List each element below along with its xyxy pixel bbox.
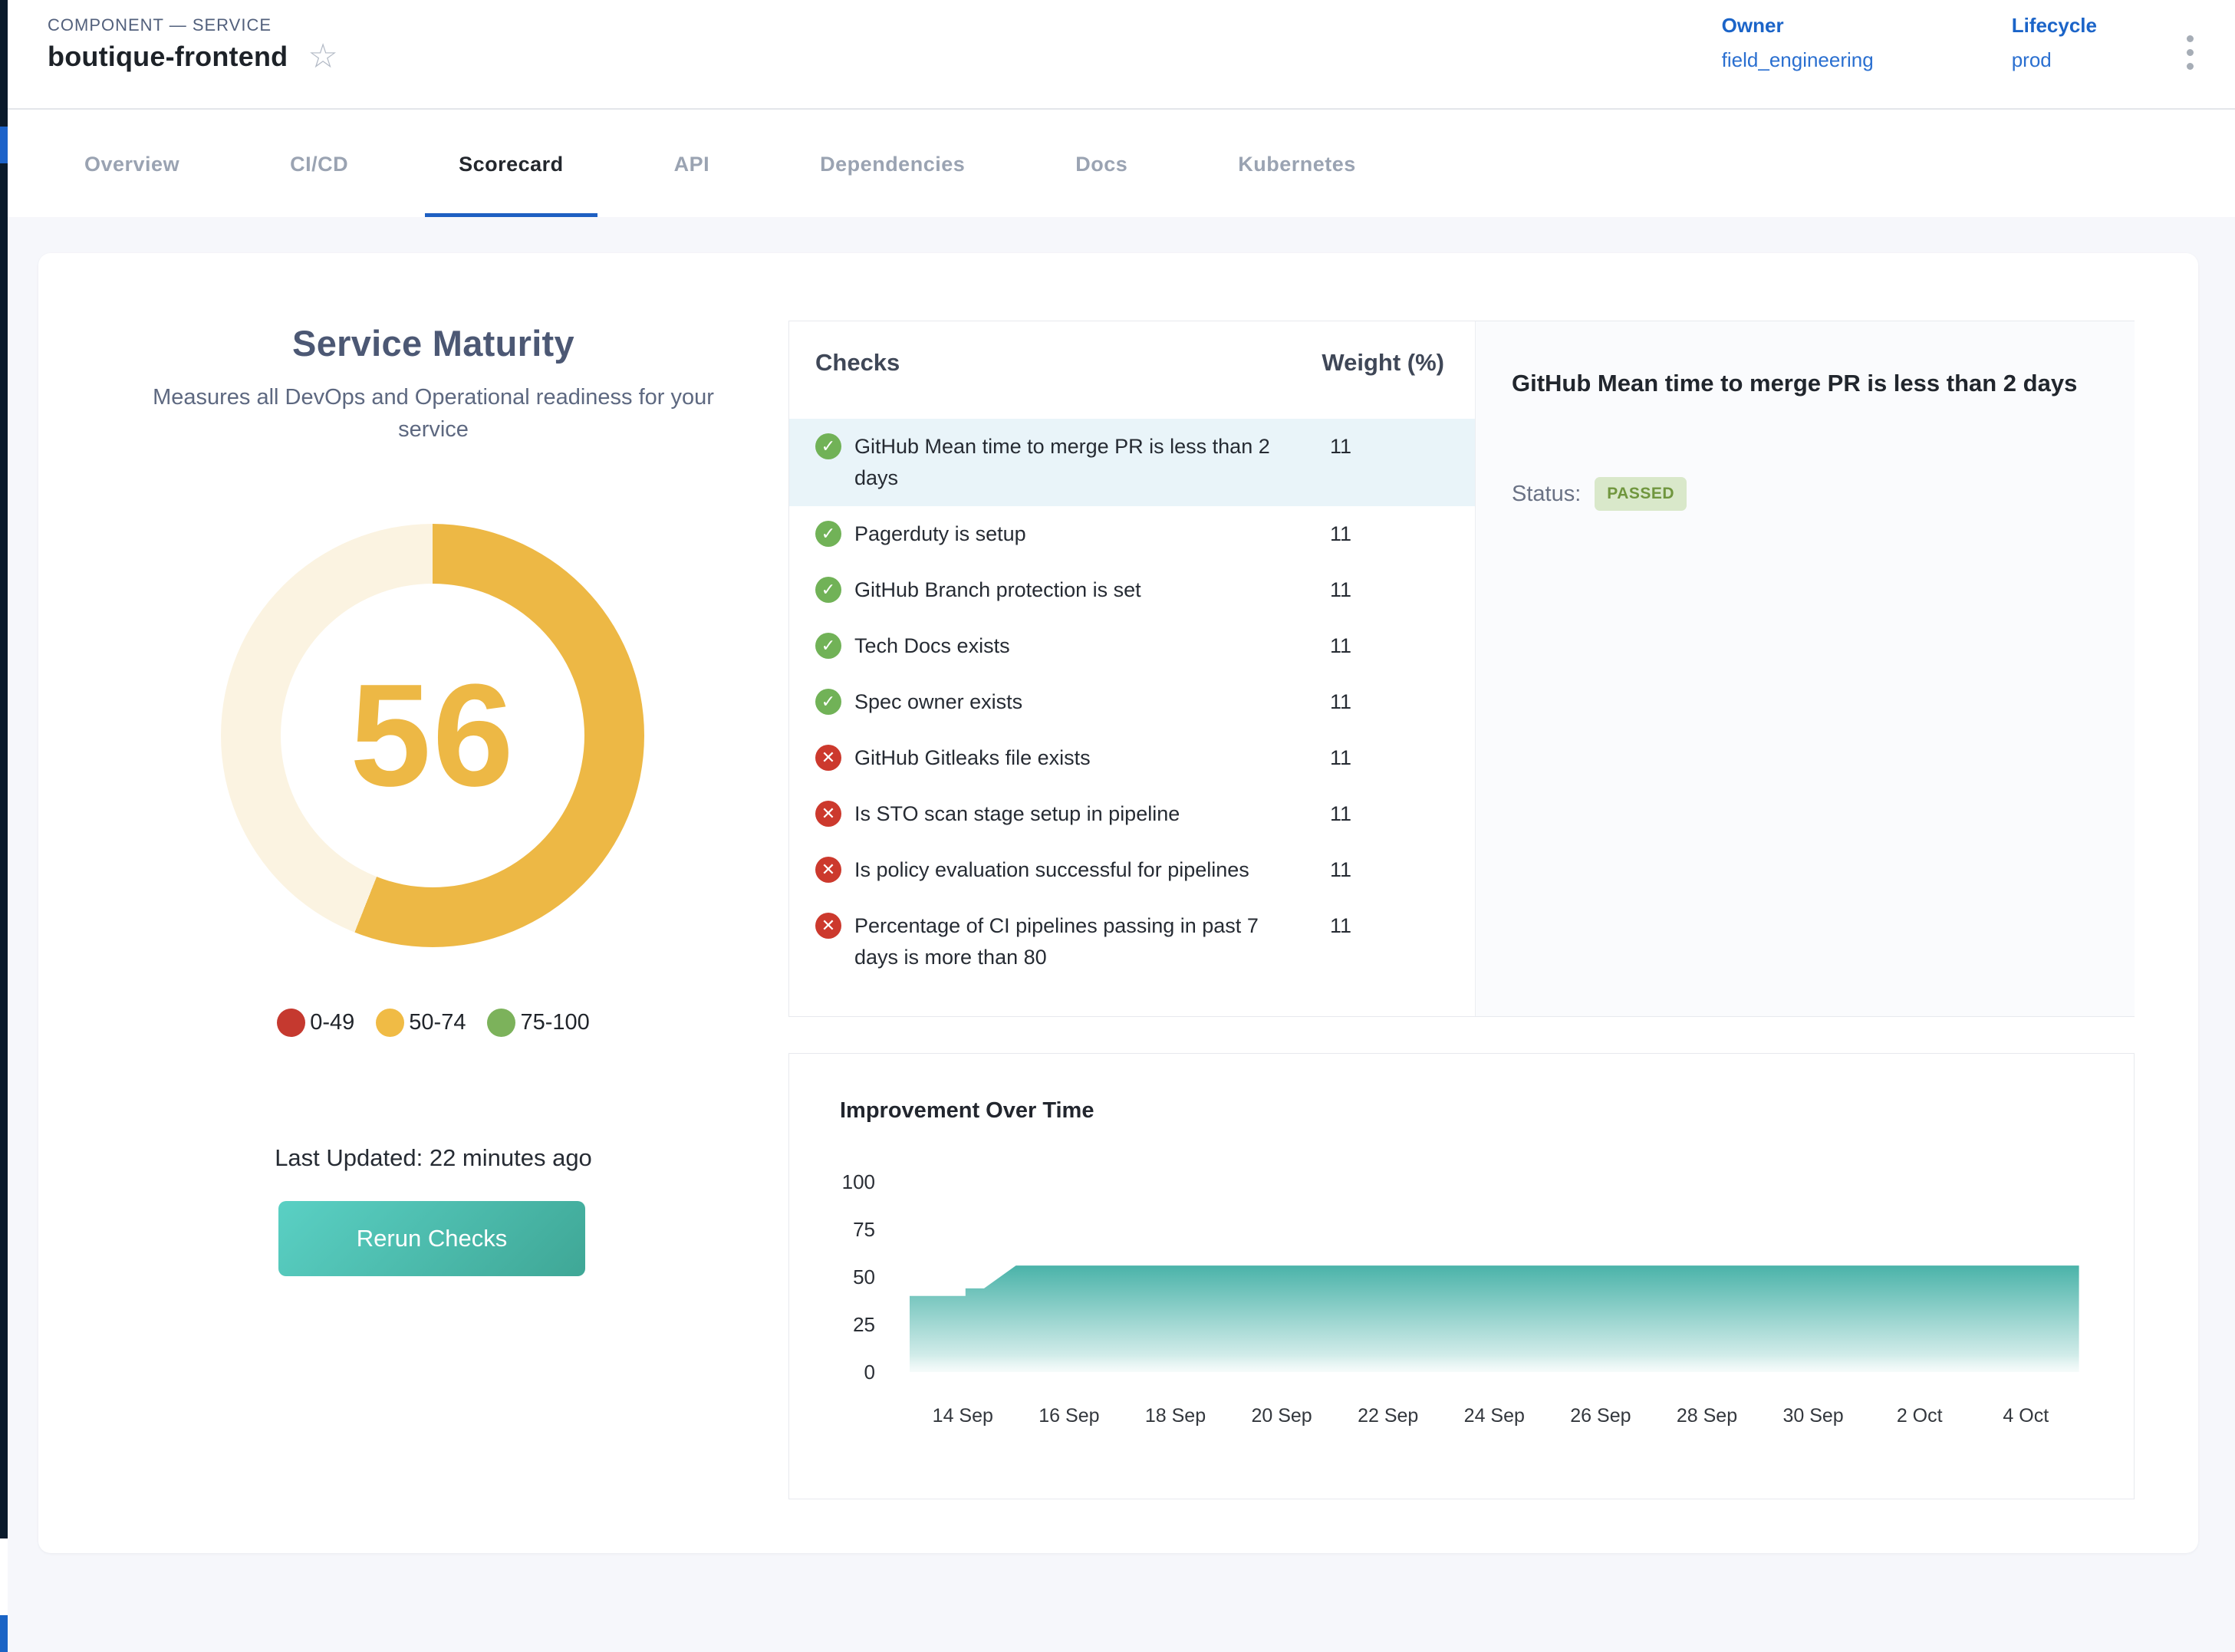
lifecycle-block: Lifecycle prod (2012, 14, 2097, 72)
check-weight: 11 (1330, 742, 1351, 774)
x-axis-tick: 4 Oct (2003, 1405, 2049, 1427)
legend-dot (376, 1009, 404, 1037)
check-detail-panel: GitHub Mean time to merge PR is less tha… (1475, 321, 2135, 1016)
lifecycle-value: prod (2012, 48, 2097, 72)
x-axis-tick: 30 Sep (1782, 1405, 1843, 1427)
weight-column-header: Weight (%) (1306, 349, 1444, 377)
legend-label: 75-100 (520, 1010, 589, 1035)
check-weight: 11 (1330, 798, 1351, 830)
score-gauge: 56 (221, 524, 644, 947)
x-axis-tick: 16 Sep (1039, 1405, 1099, 1427)
check-label: Percentage of CI pipelines passing in pa… (854, 910, 1307, 973)
tab-kubernetes[interactable]: Kubernetes (1204, 111, 1390, 217)
tab-overview[interactable]: Overview (51, 111, 213, 217)
scorecard-subtitle: Measures all DevOps and Operational read… (69, 381, 798, 446)
y-axis-tick: 25 (853, 1313, 875, 1336)
tab-scorecard[interactable]: Scorecard (425, 111, 597, 217)
status-label: Status: (1512, 482, 1581, 507)
entity-tabbar: Overview CI/CD Scorecard API Dependencies Doc… (8, 111, 2235, 217)
check-row[interactable]: ✓ Spec owner exists 11 (789, 674, 1475, 730)
check-weight: 11 (1330, 574, 1351, 606)
check-label: GitHub Gitleaks file exists (854, 742, 1307, 774)
entity-kicker: COMPONENT — SERVICE (48, 15, 272, 35)
check-row[interactable]: ✓ Pagerduty is setup 11 (789, 506, 1475, 562)
x-axis-tick: 26 Sep (1570, 1405, 1631, 1427)
check-pass-icon: ✓ (815, 633, 841, 659)
check-label: GitHub Mean time to merge PR is less tha… (854, 431, 1307, 494)
y-axis-tick: 0 (864, 1361, 875, 1384)
legend-item-0-49: 0-49 (277, 1009, 354, 1037)
legend-dot (487, 1009, 515, 1037)
check-pass-icon: ✓ (815, 577, 841, 603)
x-axis-tick: 24 Sep (1464, 1405, 1525, 1427)
status-badge: PASSED (1595, 477, 1687, 511)
y-axis-tick: 50 (853, 1265, 875, 1288)
check-row[interactable]: ✕ Is STO scan stage setup in pipeline 11 (789, 786, 1475, 842)
check-row[interactable]: ✓ Tech Docs exists 11 (789, 618, 1475, 674)
collapsed-sidebar[interactable] (0, 0, 8, 1538)
check-fail-icon: ✕ (815, 857, 841, 883)
last-updated-text: Last Updated: 22 minutes ago (69, 1144, 798, 1172)
x-axis-tick: 18 Sep (1145, 1405, 1206, 1427)
check-weight: 11 (1330, 431, 1351, 462)
improvement-chart-panel: Improvement Over Time 100755025014 Sep16… (788, 1053, 2135, 1499)
check-detail-title: GitHub Mean time to merge PR is less tha… (1512, 364, 2089, 403)
check-row[interactable]: ✓ GitHub Branch protection is set 11 (789, 562, 1475, 618)
check-row[interactable]: ✕ GitHub Gitleaks file exists 11 (789, 730, 1475, 786)
area-series (910, 1265, 2079, 1372)
favorite-star-icon[interactable]: ☆ (308, 40, 337, 74)
check-fail-icon: ✕ (815, 913, 841, 939)
lifecycle-label: Lifecycle (2012, 14, 2097, 38)
legend-item-50-74: 50-74 (376, 1009, 466, 1037)
y-axis-tick: 100 (842, 1170, 875, 1193)
check-label: Is STO scan stage setup in pipeline (854, 798, 1307, 830)
owner-label: Owner (1722, 14, 1874, 38)
check-pass-icon: ✓ (815, 433, 841, 459)
check-row[interactable]: ✕ Is policy evaluation successful for pip… (789, 842, 1475, 898)
x-axis-tick: 14 Sep (933, 1405, 993, 1427)
tab-dependencies[interactable]: Dependencies (786, 111, 999, 217)
check-fail-icon: ✕ (815, 801, 841, 827)
check-weight: 11 (1330, 854, 1351, 886)
sidebar-active-indicator (0, 127, 8, 163)
owner-value-link[interactable]: field_engineering (1722, 48, 1874, 72)
check-label: Is policy evaluation successful for pipe… (854, 854, 1307, 886)
entity-header: COMPONENT — SERVICE boutique-frontend ☆ … (8, 0, 2235, 110)
check-row[interactable]: ✓ GitHub Mean time to merge PR is less th… (789, 419, 1475, 506)
check-row[interactable]: ✕ Percentage of CI pipelines passing in p… (789, 898, 1475, 986)
x-axis-tick: 28 Sep (1677, 1405, 1737, 1427)
check-pass-icon: ✓ (815, 521, 841, 547)
page-title: boutique-frontend (48, 41, 288, 73)
legend-dot (277, 1009, 305, 1037)
check-label: GitHub Branch protection is set (854, 574, 1307, 606)
kebab-menu-icon[interactable] (2182, 31, 2198, 74)
check-label: Tech Docs exists (854, 630, 1307, 662)
check-pass-icon: ✓ (815, 689, 841, 715)
score-value: 56 (350, 652, 515, 819)
legend-item-75-100: 75-100 (487, 1009, 589, 1037)
check-weight: 11 (1330, 518, 1351, 550)
y-axis-tick: 75 (853, 1218, 875, 1241)
improvement-area-chart: 100 75 50 25 0 14 Sep 16 Sep 18 Sep 20 Sep 22 Sep… (789, 1054, 2135, 1500)
check-label: Pagerduty is setup (854, 518, 1307, 550)
scorecard-title: Service Maturity (69, 322, 798, 364)
checks-column-header: Checks (815, 349, 900, 377)
check-fail-icon: ✕ (815, 745, 841, 771)
check-weight: 11 (1330, 910, 1351, 942)
check-label: Spec owner exists (854, 686, 1307, 718)
rerun-checks-button[interactable]: Rerun Checks (278, 1201, 585, 1276)
tab-ci-cd[interactable]: CI/CD (256, 111, 382, 217)
checks-panel: Checks Weight (%) ✓ GitHub Mean time to m… (788, 321, 2135, 1017)
x-axis-tick: 22 Sep (1358, 1405, 1418, 1427)
x-axis-tick: 2 Oct (1897, 1405, 1943, 1427)
check-weight: 11 (1330, 686, 1351, 718)
owner-block: Owner field_engineering (1722, 14, 1874, 72)
legend-label: 0-49 (310, 1010, 354, 1035)
tab-api[interactable]: API (640, 111, 744, 217)
x-axis-tick: 20 Sep (1251, 1405, 1312, 1427)
tab-docs[interactable]: Docs (1042, 111, 1161, 217)
check-weight: 11 (1330, 630, 1351, 662)
legend-label: 50-74 (409, 1010, 466, 1035)
score-legend: 0-49 50-74 75-100 (69, 1009, 798, 1037)
